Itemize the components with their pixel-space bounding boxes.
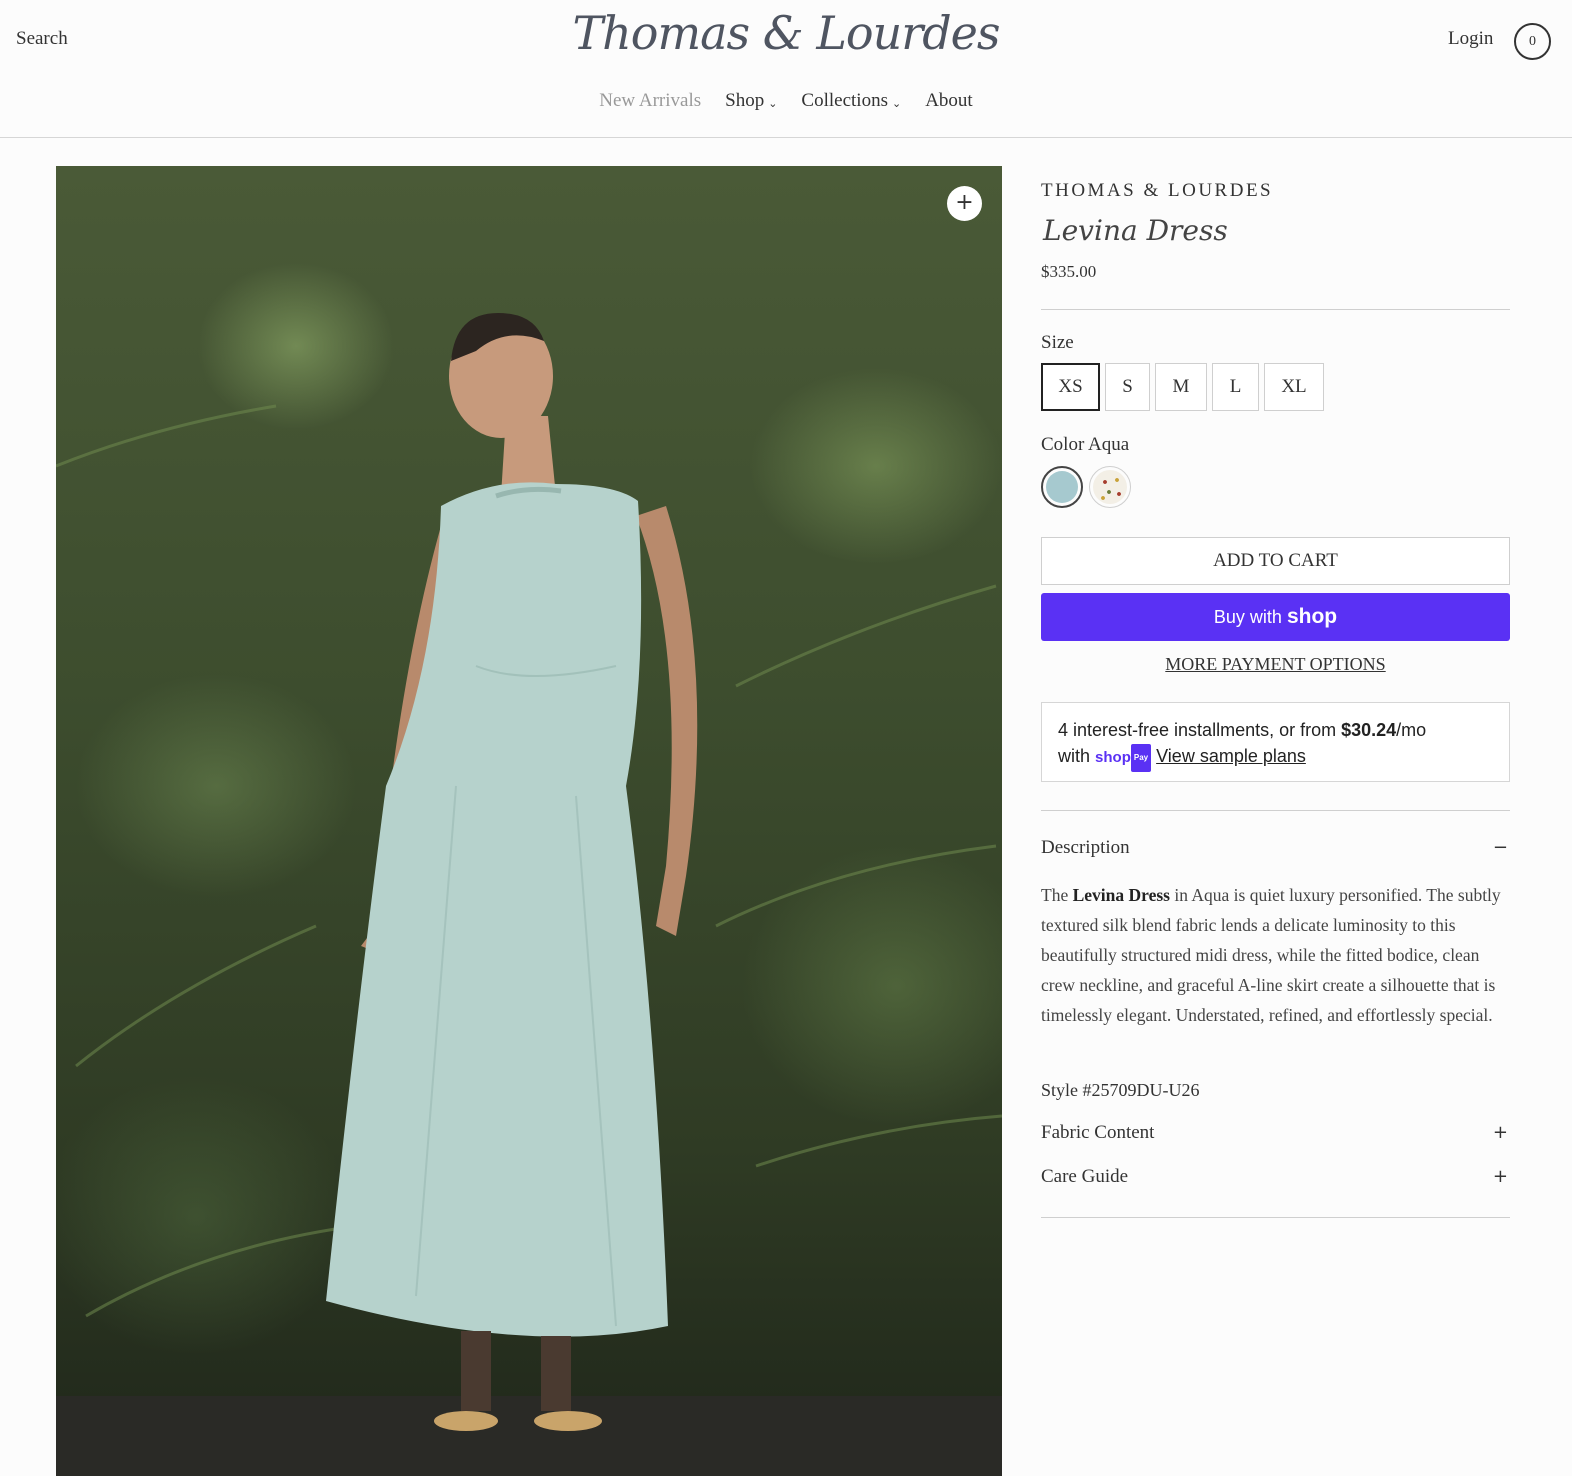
nav-about-label: About xyxy=(925,90,973,111)
installments-suffix: /mo xyxy=(1396,720,1427,740)
nav-shop-label: Shop xyxy=(725,90,765,111)
buy-with-shop-button[interactable]: Buy with shop xyxy=(1041,593,1510,641)
divider xyxy=(1041,810,1510,811)
color-label-text: Color xyxy=(1041,434,1085,455)
shop-pay-logo: shop Pay xyxy=(1095,744,1152,772)
size-option-xl[interactable]: XL xyxy=(1264,363,1324,411)
zoom-button[interactable]: + xyxy=(947,186,982,221)
description-label: Description xyxy=(1041,837,1130,858)
size-selector: XS S M L XL xyxy=(1041,363,1324,411)
divider xyxy=(1041,1217,1510,1218)
chevron-down-icon: ⌄ xyxy=(891,97,902,110)
installments-banner: 4 interest-free installments, or from $3… xyxy=(1041,702,1510,782)
color-swatch-print[interactable] xyxy=(1089,466,1131,508)
plus-icon: + xyxy=(1492,1122,1508,1143)
size-option-xs[interactable]: XS xyxy=(1041,363,1100,411)
description-text: The Levina Dress in Aqua is quiet luxury… xyxy=(1041,885,1501,1025)
dress-figure-illustration xyxy=(56,312,1002,1476)
size-option-l[interactable]: L xyxy=(1212,363,1259,411)
installments-amount: $30.24 xyxy=(1341,720,1397,740)
plus-icon: + xyxy=(955,190,974,215)
add-to-cart-button[interactable]: ADD TO CART xyxy=(1041,537,1510,585)
nav-new-arrivals[interactable]: New Arrivals xyxy=(599,90,701,112)
size-option-s[interactable]: S xyxy=(1105,363,1150,411)
cart-count: 0 xyxy=(1529,34,1536,49)
size-label: Size xyxy=(1041,332,1074,353)
nav-about[interactable]: About xyxy=(925,90,973,112)
nav-shop[interactable]: Shop ⌄ xyxy=(725,90,777,112)
color-selector xyxy=(1041,466,1131,508)
color-swatch-aqua[interactable] xyxy=(1041,466,1083,508)
installments-with: with xyxy=(1058,746,1091,766)
product-photo[interactable]: + xyxy=(56,166,1002,1476)
shop-logo: shop xyxy=(1286,605,1338,628)
care-guide-accordion-header[interactable]: Care Guide + xyxy=(1041,1166,1510,1188)
site-header: Search Thomas & Lourdes Login 0 New Arri… xyxy=(0,0,1572,138)
product-title: Levina Dress xyxy=(1043,214,1228,247)
minus-icon: − xyxy=(1492,837,1508,858)
nav-new-arrivals-label: New Arrivals xyxy=(599,90,702,111)
care-guide-label: Care Guide xyxy=(1041,1166,1129,1187)
brand-logo[interactable]: Thomas & Lourdes xyxy=(0,6,1572,60)
product-price: $335.00 xyxy=(1041,262,1097,281)
product-brand: THOMAS & LOURDES xyxy=(1041,180,1274,201)
divider xyxy=(1041,309,1510,310)
size-option-m[interactable]: M xyxy=(1155,363,1207,411)
cart-button[interactable]: 0 xyxy=(1514,23,1551,60)
nav-collections[interactable]: Collections ⌄ xyxy=(801,90,901,112)
installments-prefix: 4 interest-free installments, or from xyxy=(1058,720,1342,740)
buy-with-label: Buy with xyxy=(1213,607,1282,627)
color-value: Aqua xyxy=(1087,434,1130,455)
login-link[interactable]: Login xyxy=(1448,28,1493,50)
nav-collections-label: Collections xyxy=(801,90,888,111)
color-label: Color Aqua xyxy=(1041,434,1129,456)
more-payment-options-link[interactable]: MORE PAYMENT OPTIONS xyxy=(1041,654,1510,675)
style-number: Style #25709DU-U26 xyxy=(1041,1080,1200,1100)
plus-icon: + xyxy=(1492,1166,1508,1187)
view-sample-plans-link[interactable]: View sample plans xyxy=(1156,746,1306,766)
fabric-content-accordion-header[interactable]: Fabric Content + xyxy=(1041,1122,1510,1144)
description-accordion-header[interactable]: Description − xyxy=(1041,837,1510,859)
chevron-down-icon: ⌄ xyxy=(768,97,778,110)
fabric-content-label: Fabric Content xyxy=(1041,1122,1155,1143)
main-nav: New Arrivals Shop ⌄ Collections ⌄ About xyxy=(0,90,1572,112)
